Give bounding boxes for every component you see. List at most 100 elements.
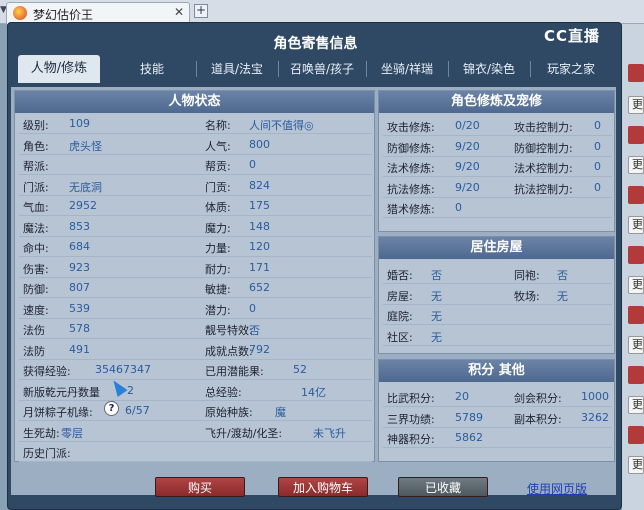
status-value: 无底洞 — [69, 180, 102, 194]
status-value: 853 — [69, 219, 90, 233]
status-label: 人气: — [205, 139, 231, 153]
dialog-title: 角色寄售信息 — [273, 36, 358, 52]
points-value: 5862 — [455, 431, 483, 444]
character-status-panel: 人物状态 ? 级别: 109 角色: 虎头怪 帮派: 门派: 无底洞 气血: 2952 魔法: 85… — [14, 90, 375, 462]
cultivation-label: 防御修炼: — [387, 141, 435, 155]
role-sale-dialog: 角色寄售信息 CC直播 人物/修炼 技能 道具/法宝 召唤兽/孩子 坐骑/祥瑞 … — [7, 22, 622, 510]
new-tab-button[interactable]: + — [194, 4, 208, 18]
favorited-button[interactable]: 已收藏 — [398, 477, 488, 497]
tab-outfits[interactable]: 锦衣/染色 — [448, 57, 530, 81]
housing-label: 婚否: — [387, 269, 413, 282]
status-label: 名称: — [205, 119, 231, 132]
status-value: 2 — [127, 383, 134, 397]
tab-pets[interactable]: 召唤兽/孩子 — [278, 57, 366, 81]
status-value: 120 — [249, 240, 270, 253]
row-divider — [383, 217, 612, 218]
tab-mounts[interactable]: 坐骑/祥瑞 — [366, 57, 448, 81]
browser-tab[interactable]: 梦幻估价王 ✕ — [6, 2, 190, 24]
add-to-cart-button[interactable]: 加入购物车 — [278, 477, 368, 497]
housing-label: 社区: — [387, 330, 413, 344]
status-label: 防御: — [23, 283, 49, 296]
status-value: 虎头怪 — [69, 139, 102, 153]
status-label: 魔力: — [205, 221, 231, 235]
help-icon[interactable]: ? — [104, 401, 119, 416]
cultivation-value: 0 — [455, 201, 462, 214]
row-divider — [383, 426, 612, 428]
housing-value: 无 — [431, 330, 442, 344]
status-label: 已用潜能果: — [205, 365, 264, 378]
status-label: 飞升/渡劫/化圣: — [205, 426, 283, 440]
status-value: 35467347 — [95, 363, 151, 376]
row-divider — [19, 338, 372, 339]
row-divider — [383, 155, 612, 157]
status-value: 未飞升 — [313, 426, 346, 440]
status-label: 门贡: — [205, 180, 231, 194]
status-label: 靓号特效: — [205, 324, 253, 337]
close-tab-icon[interactable]: ✕ — [174, 5, 184, 19]
status-value: 2952 — [69, 199, 97, 212]
housing-label: 同袍: — [514, 269, 540, 282]
row-divider — [383, 447, 612, 448]
background-red-button — [628, 306, 644, 324]
use-web-version-link[interactable]: 使用网页版 — [527, 480, 587, 497]
row-divider — [19, 461, 372, 462]
tab-skills[interactable]: 技能 — [108, 57, 196, 81]
status-label: 速度: — [23, 303, 49, 317]
status-value: 792 — [249, 342, 270, 356]
cultivation-label: 攻击修炼: — [387, 121, 435, 134]
status-value: 652 — [249, 281, 270, 294]
housing-label: 牧场: — [514, 289, 540, 303]
status-value: 52 — [293, 363, 307, 376]
points-label: 剑会积分: — [514, 392, 562, 405]
tab-character[interactable]: 人物/修炼 — [18, 55, 100, 83]
row-divider — [19, 174, 372, 175]
background-more-button: 更 — [628, 216, 644, 234]
cultivation-value: 9/20 — [455, 160, 480, 173]
housing-header: 居住房屋 — [379, 237, 614, 259]
status-label: 伤害: — [23, 262, 49, 276]
browser-tabbar: ▼ 梦幻估价王 ✕ + — [0, 0, 644, 24]
cultivation-label: 抗法控制力: — [514, 182, 573, 196]
row-divider — [19, 194, 372, 196]
background-more-button: 更 — [628, 96, 644, 114]
status-label: 体质: — [205, 201, 231, 214]
background-red-button — [628, 366, 644, 384]
status-label: 成就点数: — [205, 344, 253, 358]
status-value: 578 — [69, 322, 90, 335]
status-value: 539 — [69, 301, 90, 315]
status-label: 总经验: — [205, 385, 242, 399]
status-label: 潜力: — [205, 303, 231, 317]
points-label: 三界功绩: — [387, 412, 435, 426]
status-label: 历史门派: — [23, 447, 71, 460]
points-value: 20 — [455, 390, 469, 403]
row-divider — [383, 406, 612, 407]
background-red-button — [628, 186, 644, 204]
housing-value: 否 — [557, 269, 568, 282]
status-label: 新版乾元丹数量 — [23, 385, 100, 399]
tab-items[interactable]: 道具/法宝 — [196, 57, 278, 81]
cultivation-value: 0 — [594, 139, 601, 153]
status-value: 800 — [249, 137, 270, 151]
row-divider — [19, 399, 372, 401]
mouse-cursor-icon — [108, 377, 128, 397]
row-divider — [383, 283, 612, 284]
background-more-button: 更 — [628, 156, 644, 174]
status-label: 气血: — [23, 201, 49, 214]
points-value: 3262 — [581, 410, 609, 424]
tab-bar: 人物/修炼 技能 道具/法宝 召唤兽/孩子 坐骑/祥瑞 锦衣/染色 玩家之家 — [18, 55, 612, 83]
background-red-button — [628, 64, 644, 82]
status-label: 敏捷: — [205, 283, 231, 296]
cultivation-value: 0 — [594, 119, 601, 132]
status-label: 魔法: — [23, 221, 49, 235]
status-label: 生死劫: — [23, 426, 60, 440]
status-label: 力量: — [205, 242, 231, 255]
housing-label: 庭院: — [387, 310, 413, 323]
buy-button[interactable]: 购买 — [155, 477, 245, 497]
status-value: 0 — [249, 301, 256, 315]
row-divider — [19, 317, 372, 319]
tab-player-home[interactable]: 玩家之家 — [530, 57, 612, 81]
status-value: 684 — [69, 240, 90, 253]
cultivation-label: 法术修炼: — [387, 162, 435, 175]
housing-value: 否 — [431, 269, 442, 282]
row-divider — [19, 153, 372, 155]
